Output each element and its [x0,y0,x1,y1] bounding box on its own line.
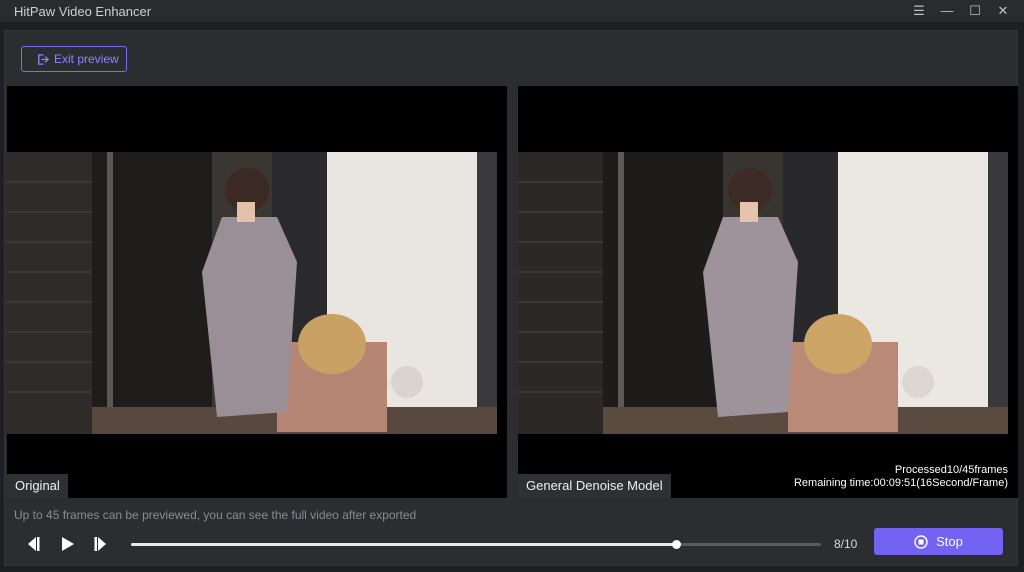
play-icon[interactable] [57,534,77,554]
original-label: Original [7,474,68,498]
progress-slider[interactable] [131,540,821,549]
next-frame-icon[interactable] [91,534,111,554]
progress-fill [131,543,677,546]
minimize-icon[interactable]: — [940,4,954,18]
original-video-frame [7,152,497,434]
stop-label: Stop [936,534,963,549]
close-icon[interactable]: ✕ [996,4,1010,18]
menu-icon[interactable]: ☰ [912,4,926,18]
exit-preview-label: Exit preview [54,52,119,66]
processing-stats: Processed10/45frames Remaining time:00:0… [794,464,1008,490]
stop-icon [914,534,928,549]
exit-preview-button[interactable]: Exit preview [21,46,127,72]
preview-panel: Exit preview Original Processed10/45fram… [4,30,1018,566]
progress-thumb[interactable] [672,540,682,549]
previous-frame-icon[interactable] [23,534,43,554]
stop-button[interactable]: Stop [874,528,1003,555]
window-controls: ☰ — ☐ ✕ [912,0,1010,22]
player-controls: 8/10 Stop [5,528,1019,560]
remaining-time: Remaining time:00:09:51(16Second/Frame) [793,477,1008,489]
processed-frames: Processed10/45frames [894,464,1008,476]
original-video-pane: Original [7,86,507,498]
maximize-icon[interactable]: ☐ [968,4,982,18]
enhanced-video-frame [518,152,1008,434]
preview-hint: Up to 45 frames can be previewed, you ca… [14,508,417,522]
title-bar: HitPaw Video Enhancer ☰ — ☐ ✕ [0,0,1024,22]
enhanced-video-pane: Processed10/45frames Remaining time:00:0… [518,86,1018,498]
frame-counter: 8/10 [834,537,858,551]
exit-icon [38,53,49,65]
model-label: General Denoise Model [518,474,671,498]
app-title: HitPaw Video Enhancer [14,3,152,19]
